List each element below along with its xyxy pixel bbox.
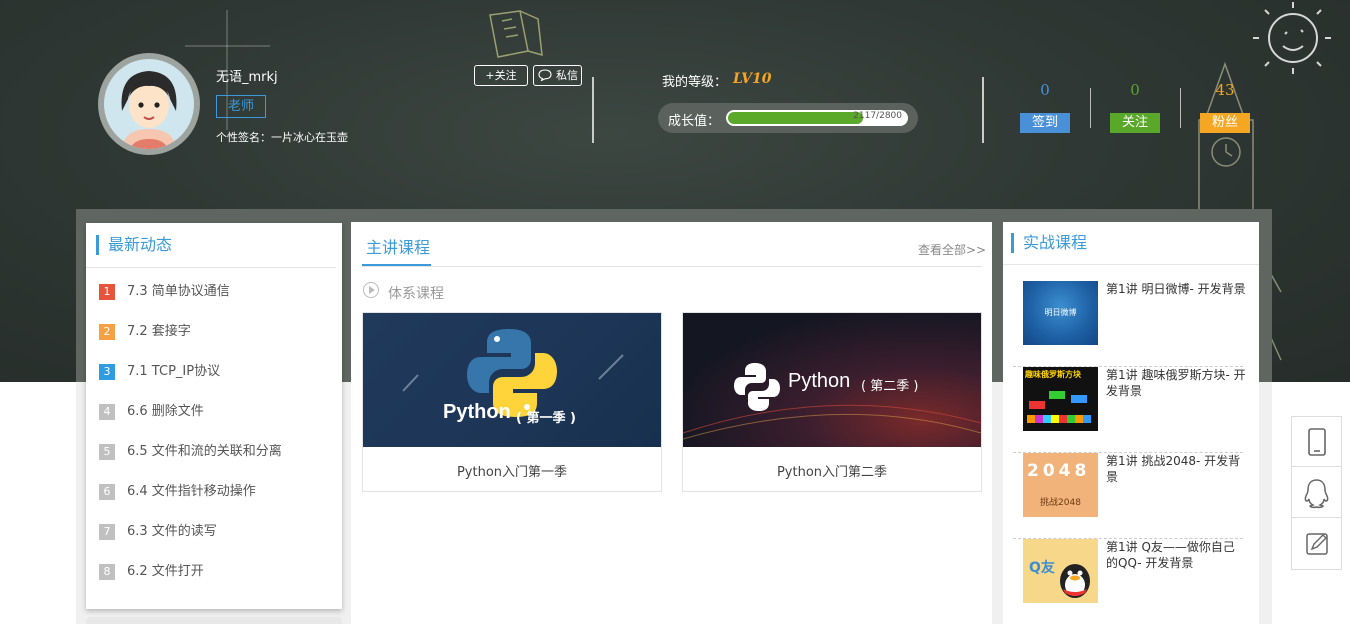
- practice-course-title: 第1讲 挑战2048- 开发背景: [1106, 454, 1241, 484]
- active-tab-indicator: [362, 264, 431, 266]
- feedback-button[interactable]: [1292, 519, 1341, 569]
- avatar-image: [104, 59, 194, 149]
- stat-separator: [1090, 88, 1091, 128]
- course-card[interactable]: Python ( 第二季 ) Python入门第二季: [682, 312, 982, 492]
- thumbnail-caption: 明日微博: [1044, 308, 1077, 317]
- python-logo-icon: [402, 329, 624, 417]
- growth-progress: 成长值： 2117/2800: [658, 103, 918, 133]
- chat-bubble-icon: [538, 69, 552, 81]
- activity-text: 6.6 删除文件: [127, 404, 204, 419]
- main-courses-panel: 主讲课程 查看全部>> 体系课程 Python ( 第一季 ) Python入门…: [351, 222, 992, 624]
- mobile-app-button[interactable]: [1292, 417, 1341, 467]
- rank-badge: 5: [99, 444, 115, 460]
- activity-text: 6.4 文件指针移动操作: [127, 484, 256, 499]
- message-button-label: 私信: [556, 69, 578, 82]
- fans-button[interactable]: 粉丝: [1200, 113, 1250, 133]
- following-count: 0: [1130, 81, 1140, 99]
- qq-contact-button[interactable]: [1292, 468, 1341, 518]
- fans-count: 43: [1215, 81, 1235, 99]
- level-label: 我的等级：: [662, 75, 728, 90]
- divider: [362, 266, 982, 267]
- course-thumbnail: Q友: [1023, 539, 1098, 603]
- course-title: Python入门第二季: [776, 465, 888, 480]
- activity-text: 6.5 文件和流的关联和分离: [127, 444, 282, 459]
- username: 无语_mrkj: [216, 70, 278, 85]
- practice-course-title: 第1讲 明日微博- 开发背景: [1106, 282, 1246, 296]
- floating-toolbar: [1291, 416, 1342, 570]
- growth-fill: [728, 112, 863, 124]
- recent-activity-panel: 最新动态 1 7.3 简单协议通信 2 7.2 套接字 3 7.1 TCP_IP…: [86, 223, 342, 609]
- following-button[interactable]: 关注: [1110, 113, 1160, 133]
- banner-season: ( 第二季 ): [861, 379, 919, 394]
- course-card[interactable]: Python ( 第一季 ) Python入门第一季: [362, 312, 662, 492]
- book-doodle-icon: [489, 10, 543, 58]
- divider: [86, 267, 336, 268]
- edit-icon: [1306, 533, 1328, 555]
- signature: 个性签名：一片冰心在玉壶: [216, 131, 348, 144]
- divider: [592, 77, 594, 143]
- course-thumbnail: 2048 挑战2048: [1023, 453, 1098, 517]
- tab-main-courses[interactable]: 主讲课程: [366, 234, 430, 258]
- level-value: LV10: [733, 71, 772, 87]
- practice-courses-title: 实战课程: [1011, 233, 1087, 253]
- practice-course-item[interactable]: 趣味俄罗斯方块 第1讲 趣味俄罗斯方块- 开发背景: [1013, 367, 1246, 453]
- banner-season: ( 第一季 ): [516, 411, 576, 426]
- stat-separator: [1180, 88, 1181, 128]
- activity-text: 7.3 简单协议通信: [127, 284, 230, 299]
- activity-text: 7.1 TCP_IP协议: [127, 364, 221, 379]
- rank-badge: 4: [99, 404, 115, 420]
- course-thumbnail: 明日微博: [1023, 281, 1098, 345]
- play-circle-icon: [363, 282, 379, 298]
- section-label: 体系课程: [388, 286, 444, 302]
- practice-course-title: 第1讲 趣味俄罗斯方块- 开发背景: [1106, 368, 1246, 398]
- role-badge: 老师: [216, 95, 266, 118]
- phone-icon: [1308, 428, 1326, 456]
- checkin-count: 0: [1040, 81, 1050, 99]
- practice-course-item[interactable]: 明日微博 第1讲 明日微博- 开发背景: [1013, 281, 1246, 367]
- thumbnail-digits: 2048: [1027, 461, 1091, 481]
- practice-course-title: 第1讲 Q友——做你自己的QQ- 开发背景: [1106, 540, 1235, 570]
- avatar[interactable]: [98, 53, 200, 155]
- growth-label: 成长值：: [668, 114, 721, 129]
- banner-word: Python: [443, 401, 511, 423]
- activity-text: 6.2 文件打开: [127, 564, 204, 579]
- checkin-button[interactable]: 签到: [1020, 113, 1070, 133]
- thumbnail-caption: 挑战2048: [1040, 498, 1081, 508]
- rank-badge: 2: [99, 324, 115, 340]
- message-button[interactable]: 私信: [533, 65, 582, 86]
- growth-value: 2117/2800: [853, 111, 902, 121]
- thumbnail-caption: 趣味俄罗斯方块: [1025, 370, 1081, 379]
- view-all-link[interactable]: 查看全部>>: [918, 241, 986, 258]
- practice-course-item[interactable]: 2048 挑战2048 第1讲 挑战2048- 开发背景: [1013, 453, 1243, 539]
- thumbnail-caption: Q友: [1029, 560, 1055, 576]
- rank-badge: 3: [99, 364, 115, 380]
- rank-badge: 8: [99, 564, 115, 580]
- activity-text: 6.3 文件的读写: [127, 524, 217, 539]
- rank-badge: 6: [99, 484, 115, 500]
- course-title: Python入门第一季: [456, 465, 568, 480]
- practice-courses-panel: 实战课程 明日微博 第1讲 明日微博- 开发背景 趣味俄罗斯方块 第1讲 趣味俄…: [1003, 222, 1259, 624]
- course-banner: Python ( 第二季 ): [683, 313, 981, 447]
- qq-icon: [1304, 479, 1329, 509]
- course-banner: Python ( 第一季 ): [363, 313, 661, 447]
- banner-word: Python: [788, 370, 851, 392]
- practice-course-item[interactable]: Q友 第1讲 Q友——做你自己的QQ- 开发背景: [1013, 539, 1243, 624]
- divider: [982, 77, 984, 143]
- activity-text: 7.2 套接字: [127, 324, 191, 339]
- next-panel-edge: [86, 617, 342, 624]
- recent-activity-title: 最新动态: [96, 235, 172, 255]
- divider: [1003, 264, 1259, 265]
- course-thumbnail: 趣味俄罗斯方块: [1023, 367, 1098, 431]
- follow-button[interactable]: +关注: [474, 65, 528, 86]
- growth-track: 2117/2800: [726, 110, 908, 126]
- rank-badge: 1: [99, 284, 115, 300]
- girl-avatar-icon: [121, 71, 177, 149]
- rank-badge: 7: [99, 524, 115, 540]
